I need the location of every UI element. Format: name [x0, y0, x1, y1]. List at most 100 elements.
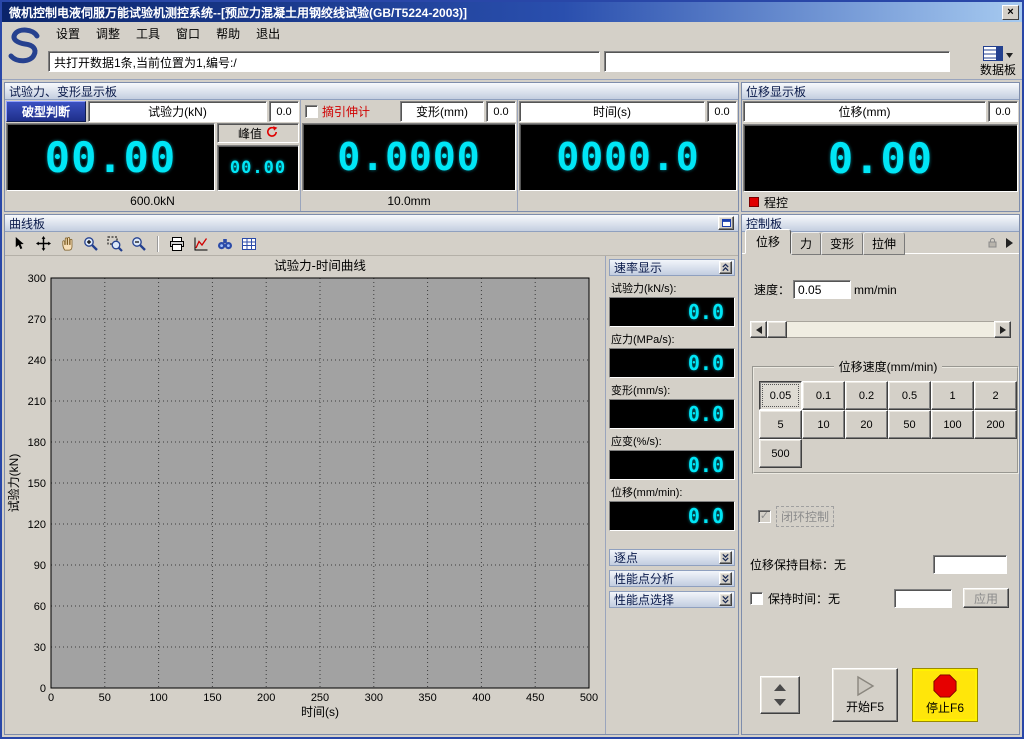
curve-settings-icon[interactable] — [191, 234, 211, 254]
databoard-label: 数据板 — [980, 64, 1016, 77]
databoard-icon[interactable] — [983, 46, 1003, 64]
data-browse-icon[interactable] — [215, 234, 235, 254]
speed-preset-button[interactable]: 0.05 — [759, 381, 802, 410]
menu-item[interactable]: 退出 — [248, 23, 288, 44]
window-title: 微机控制电液伺服万能试验机测控系统--[预应力混凝土用钢绞线试验(GB/T522… — [9, 4, 1002, 21]
chevron-up-icon[interactable] — [719, 261, 732, 274]
expand-arrow-icon[interactable] — [1005, 235, 1013, 253]
speed-preset-button[interactable]: 1 — [931, 381, 974, 410]
svg-text:210: 210 — [28, 396, 46, 408]
chevron-down-icon[interactable] — [719, 551, 732, 564]
collapsed-section-header[interactable]: 性能点选择 — [609, 591, 735, 608]
speed-preset-button[interactable]: 20 — [845, 410, 888, 439]
speed-scrollbar[interactable] — [750, 321, 1011, 338]
deform-header: 变形(mm) — [400, 101, 484, 122]
scrollbar-thumb[interactable] — [767, 321, 787, 338]
secondary-info-field[interactable] — [604, 51, 950, 72]
speed-preset-button[interactable]: 50 — [888, 410, 931, 439]
title-bar[interactable]: 微机控制电液伺服万能试验机测控系统--[预应力混凝土用钢绞线试验(GB/T522… — [2, 2, 1022, 22]
control-tab[interactable]: 位移 — [745, 229, 791, 254]
section-title: 性能点分析 — [614, 570, 719, 587]
panel-title: 曲线板 — [9, 215, 718, 232]
scroll-left-icon[interactable] — [750, 321, 767, 338]
speed-preset-button[interactable]: 5 — [759, 410, 802, 439]
rate-panel-header[interactable]: 速率显示 — [609, 259, 735, 276]
start-triangle-icon — [854, 675, 876, 697]
hold-target-input[interactable] — [933, 555, 1007, 574]
collapsed-section-header[interactable]: 性能点分析 — [609, 570, 735, 587]
speed-input[interactable] — [793, 280, 851, 299]
svg-text:150: 150 — [203, 692, 221, 704]
speed-label: 速度： — [754, 281, 790, 298]
data-open-info-field[interactable]: 共打开数据1条,当前位置为1,编号:/ — [48, 51, 600, 72]
rate-list: 试验力(kN/s):0.0应力(MPa/s):0.0变形(mm/s):0.0应变… — [609, 276, 735, 531]
print-icon[interactable] — [167, 234, 187, 254]
svg-text:90: 90 — [34, 560, 46, 572]
speed-preset-button[interactable]: 0.5 — [888, 381, 931, 410]
control-tab[interactable]: 变形 — [821, 232, 863, 255]
control-tab[interactable]: 力 — [791, 232, 821, 255]
zoom-region-icon[interactable] — [105, 234, 125, 254]
menu-item[interactable]: 调整 — [88, 23, 128, 44]
move-tool-icon[interactable] — [33, 234, 53, 254]
control-panel: 控制板 位移力变形拉伸 速度： mm/min 位移速度(mm/min) 0.05… — [741, 214, 1020, 735]
speed-preset-button[interactable]: 100 — [931, 410, 974, 439]
displacement-header: 位移(mm) — [743, 101, 986, 122]
extensometer-checkbox[interactable] — [305, 105, 318, 118]
collapsed-section-header[interactable]: 逐点 — [609, 549, 735, 566]
databoard-control[interactable]: 数据板 — [980, 46, 1016, 77]
scroll-right-icon[interactable] — [994, 321, 1011, 338]
displacement-panel-header: 位移显示板 — [742, 83, 1019, 100]
speed-preset-button[interactable]: 500 — [759, 439, 802, 468]
speed-preset-button[interactable]: 10 — [802, 410, 845, 439]
menu-item[interactable]: 窗口 — [168, 23, 208, 44]
zoom-out-icon[interactable] — [129, 234, 149, 254]
speed-preset-button[interactable]: 2 — [974, 381, 1017, 410]
close-button[interactable]: × — [1002, 5, 1019, 20]
stop-octagon-icon — [933, 674, 957, 698]
start-button[interactable]: 开始F5 — [832, 668, 898, 722]
curve-panel-header: 曲线板 — [5, 215, 738, 232]
peak-refresh-icon[interactable] — [266, 126, 278, 141]
speed-unit: mm/min — [854, 283, 897, 297]
scrollbar-track[interactable] — [767, 321, 994, 338]
stop-button[interactable]: 停止F6 — [912, 668, 978, 722]
menu-item[interactable]: 设置 — [48, 23, 88, 44]
pin-icon[interactable] — [987, 235, 998, 253]
rate-label: 试验力(kN/s): — [611, 280, 735, 296]
panel-title: 位移显示板 — [746, 83, 1015, 100]
hand-tool-icon[interactable] — [57, 234, 77, 254]
chevron-down-icon[interactable] — [719, 593, 732, 606]
program-control-led-icon — [749, 197, 759, 207]
pointer-tool-icon[interactable] — [9, 234, 29, 254]
hold-time-input[interactable] — [894, 589, 952, 608]
svg-text:350: 350 — [418, 692, 436, 704]
svg-text:150: 150 — [28, 478, 46, 490]
rate-panel-title: 速率显示 — [614, 259, 719, 276]
grid-table-icon[interactable] — [239, 234, 259, 254]
chevron-down-icon[interactable] — [719, 572, 732, 585]
panel-title: 试验力、变形显示板 — [9, 83, 734, 100]
svg-text:试验力-时间曲线: 试验力-时间曲线 — [274, 258, 366, 273]
speed-preset-button[interactable]: 0.2 — [845, 381, 888, 410]
zoom-in-icon[interactable] — [81, 234, 101, 254]
rate-label: 位移(mm/min): — [611, 484, 735, 500]
jog-updown-button[interactable] — [760, 676, 800, 714]
force-time-chart[interactable]: 0501001502002503003504004505000306090120… — [7, 258, 601, 722]
float-panel-icon[interactable] — [718, 216, 734, 230]
databoard-dropdown-icon[interactable] — [1006, 48, 1013, 61]
control-tab[interactable]: 拉伸 — [863, 232, 905, 255]
speed-preset-grid: 0.050.10.20.512 5102050100200 500 — [759, 381, 1017, 468]
rate-label: 应力(MPa/s): — [611, 331, 735, 347]
speed-preset-button[interactable]: 0.1 — [802, 381, 845, 410]
menu-item[interactable]: 工具 — [128, 23, 168, 44]
break-judge-button[interactable]: 破型判断 — [6, 101, 86, 122]
svg-text:450: 450 — [526, 692, 544, 704]
svg-text:30: 30 — [34, 642, 46, 654]
speed-preset-button[interactable]: 200 — [974, 410, 1017, 439]
hold-time-checkbox[interactable] — [750, 592, 763, 605]
program-control-label: 程控 — [764, 194, 788, 211]
peak-row: 峰值 — [217, 123, 299, 143]
menu-item[interactable]: 帮助 — [208, 23, 248, 44]
app-logo-icon — [2, 22, 46, 79]
